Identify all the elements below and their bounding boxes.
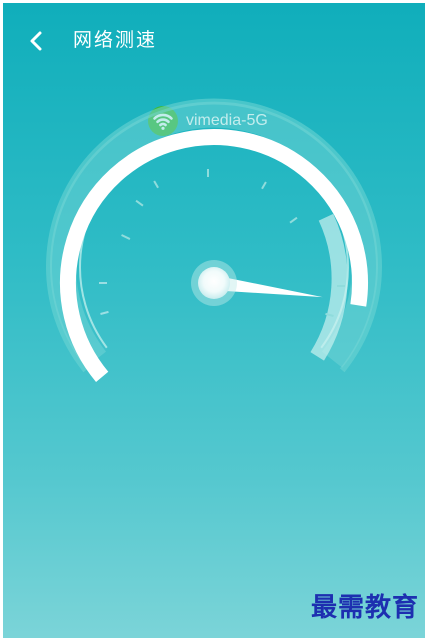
watermark: 最需教育 [310,593,419,623]
gauge-progress-arc [60,129,368,382]
gauge-tick [153,180,159,189]
gauge-tick [100,310,109,315]
speed-test-screen: 网络测速 vimedia-5G 最需教育 [3,3,425,638]
gauge-hub [198,267,230,299]
gauge-tick [135,199,144,207]
gauge-band [50,101,378,368]
speed-gauge [46,98,382,382]
gauge-tick [121,234,131,240]
gauge-tick [289,216,298,224]
gauge-track [310,213,348,361]
gauge-tick [261,181,267,190]
